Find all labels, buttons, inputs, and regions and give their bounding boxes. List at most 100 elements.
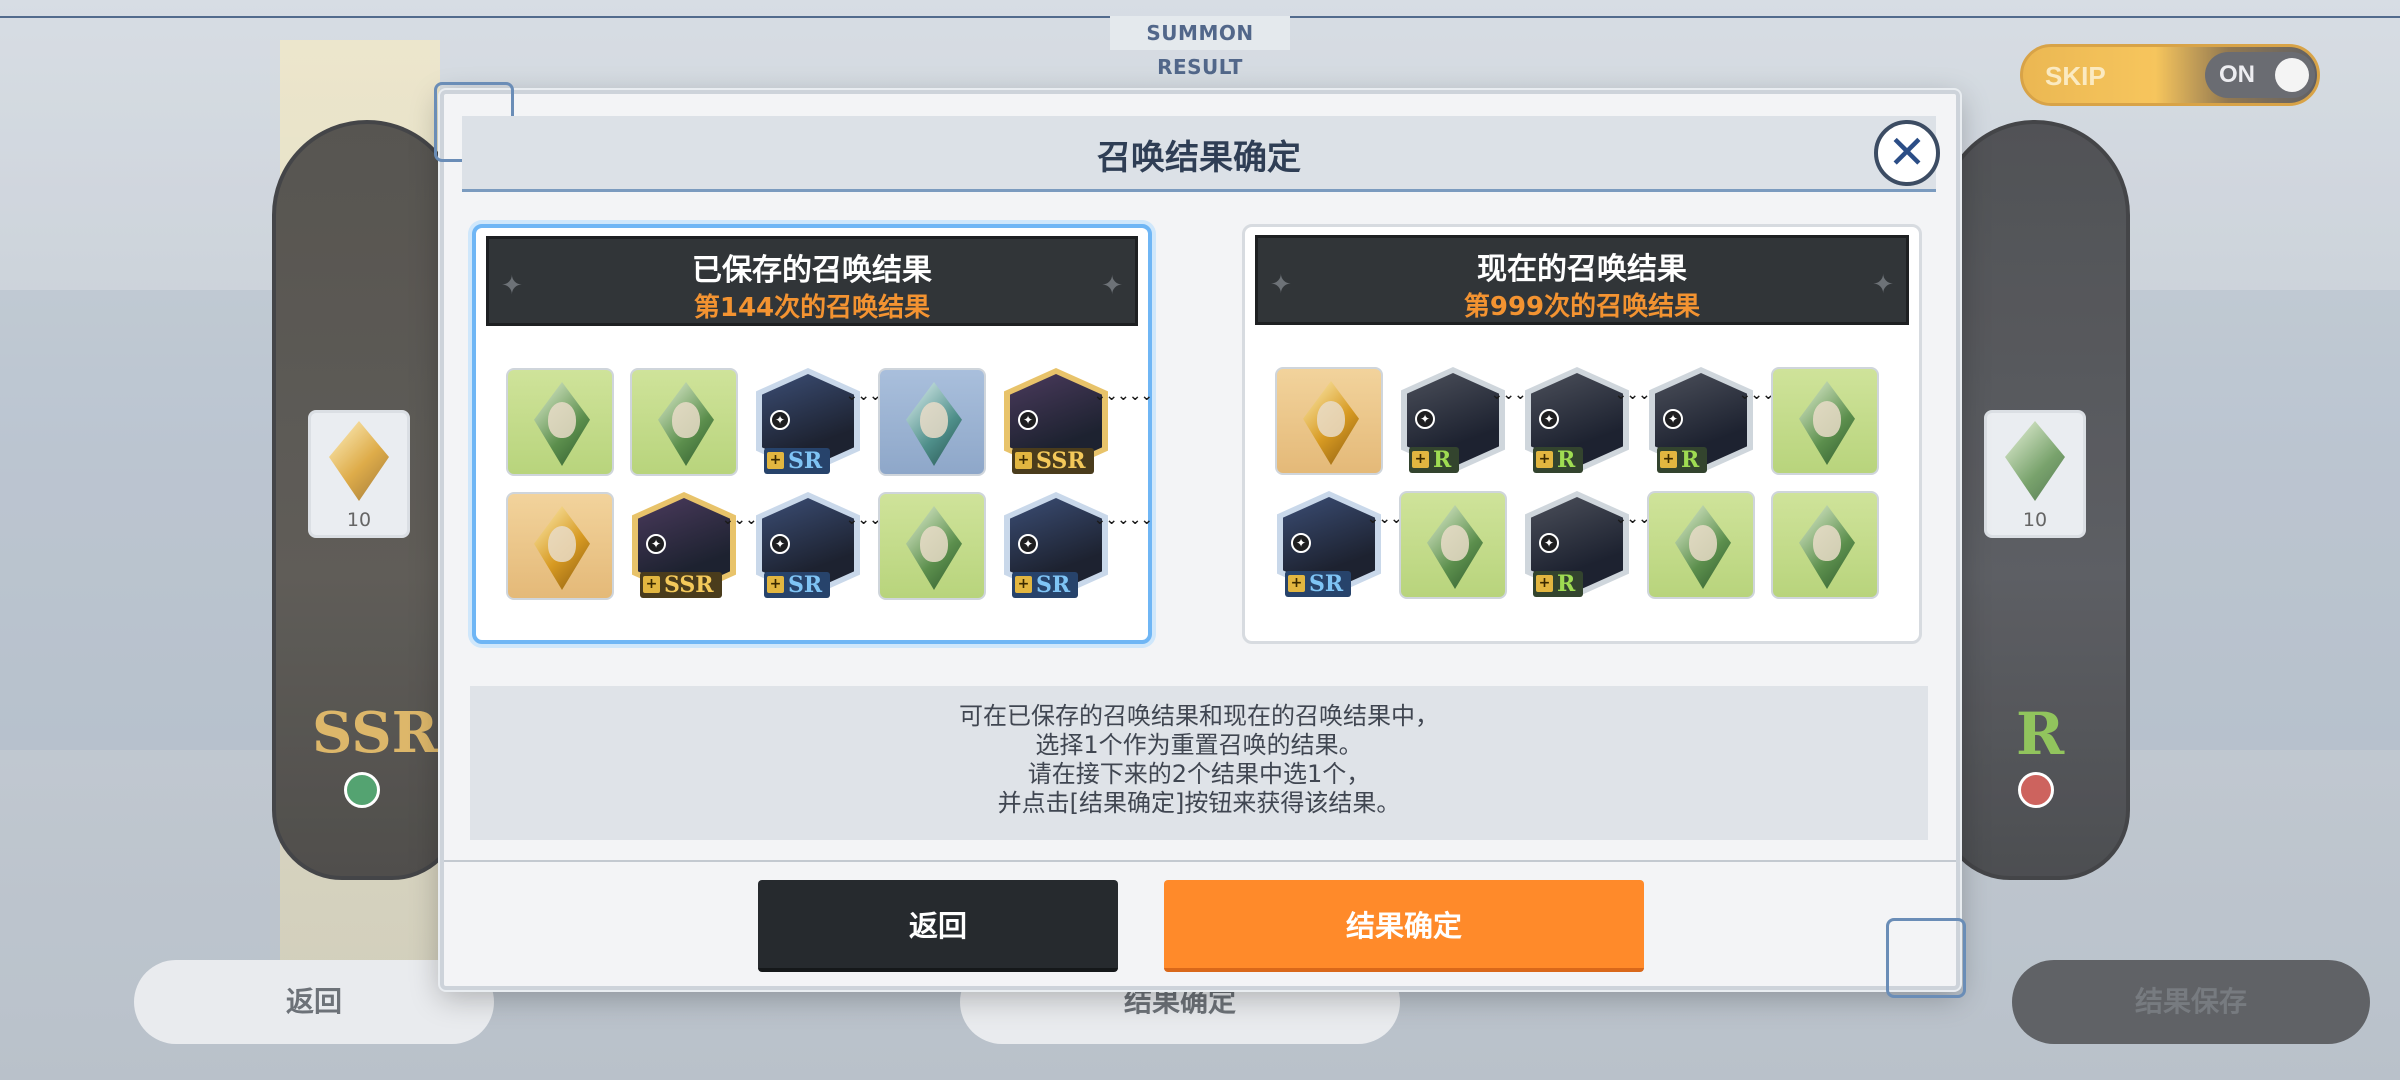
rarity-plate: + SR (1285, 571, 1352, 597)
divider (444, 860, 1956, 862)
plus-icon: + (1412, 451, 1429, 468)
confirm-result-button[interactable]: 结果确定 (1164, 880, 1644, 972)
rarity-label: SR (788, 572, 823, 598)
character-face-icon (920, 402, 948, 438)
info-line: 请在接下来的2个结果中选1个， (1027, 760, 1371, 788)
back-button[interactable]: 返回 (758, 880, 1118, 972)
crystal-tile (878, 492, 986, 600)
rarity-plate: + SR (764, 572, 831, 598)
panel-header: ✦ ✦ 已保存的召唤结果 第144次的召唤结果 (486, 236, 1138, 326)
panel-header: ✦ ✦ 现在的召唤结果 第999次的召唤结果 (1255, 235, 1909, 325)
panel-subtitle: 第999次的召唤结果 (1463, 292, 1701, 322)
rarity-plate: + R (1657, 447, 1708, 473)
attribute-icon: ✦ (1018, 534, 1038, 554)
character-card-item[interactable]: ⌄⌄⌄⌄⌄ ✦ + SR (1002, 492, 1153, 600)
level-chevron-icon: ⌄⌄⌄⌄⌄ (1094, 388, 1153, 404)
current-result-panel[interactable]: ✦ ✦ 现在的召唤结果 第999次的召唤结果 ⌄⌄⌄⌄⌄ ✦ + R ⌄⌄⌄⌄⌄ ✦ + R ⌄… (1242, 224, 1922, 644)
rarity-plate: + R (1533, 447, 1584, 473)
rarity-label: SR (1309, 571, 1344, 597)
close-button[interactable]: ✕ (1874, 120, 1940, 186)
rarity-label: R (1433, 447, 1452, 473)
plus-icon: + (643, 576, 660, 593)
rarity-label: SSR (664, 572, 714, 598)
crystal-item[interactable] (506, 368, 614, 476)
plus-icon: + (1536, 451, 1553, 468)
attribute-icon: ✦ (1018, 410, 1038, 430)
result-grid: ⌄⌄⌄⌄⌄ ✦ + SR ⌄⌄⌄⌄⌄ ✦ + SSR ⌄⌄⌄⌄⌄ ✦ + SSR ⌄⌄⌄⌄⌄ ✦ + SR ⌄⌄… (506, 368, 1153, 618)
info-box: 可在已保存的召唤结果和现在的召唤结果中， 选择1个作为重置召唤的结果。 请在接下… (470, 686, 1928, 840)
crystal-tile (1275, 367, 1383, 475)
saved-result-panel[interactable]: ✦ ✦ 已保存的召唤结果 第144次的召唤结果 ⌄⌄⌄⌄⌄ ✦ + SR ⌄⌄⌄⌄⌄ ✦ +… (472, 224, 1153, 644)
confirm-modal: 召唤结果确定 ✕ ✦ ✦ 已保存的召唤结果 第144次的召唤结果 ⌄⌄⌄⌄⌄ ✦ +… (434, 82, 1966, 998)
crystal-tile (1771, 367, 1879, 475)
level-chevron-icon: ⌄⌄⌄⌄⌄ (1739, 387, 1798, 403)
plus-icon: + (767, 576, 784, 593)
character-face-icon (920, 526, 948, 562)
crystal-tile (1399, 491, 1507, 599)
panel-title: 已保存的召唤结果 (692, 253, 932, 288)
character-card-item[interactable]: ⌄⌄⌄⌄⌄ ✦ + R (1523, 491, 1674, 599)
character-face-icon (1317, 401, 1345, 437)
crystal-item[interactable] (1275, 367, 1383, 475)
character-card-item[interactable]: ⌄⌄⌄⌄⌄ ✦ + R (1647, 367, 1798, 475)
crystal-tile (1647, 491, 1755, 599)
crystal-tile (630, 368, 738, 476)
panel-title: 现在的召唤结果 (1477, 252, 1687, 287)
character-face-icon (1813, 401, 1841, 437)
crystal-tile (878, 368, 986, 476)
level-chevron-icon: ⌄⌄⌄⌄⌄ (1491, 387, 1550, 403)
attribute-icon: ✦ (1539, 533, 1559, 553)
attribute-icon: ✦ (1415, 409, 1435, 429)
crystal-item[interactable] (506, 492, 614, 600)
attribute-icon: ✦ (770, 410, 790, 430)
crystal-item[interactable] (878, 368, 986, 476)
crystal-item[interactable] (630, 368, 738, 476)
crystal-item[interactable] (1399, 491, 1507, 599)
crystal-tile (506, 492, 614, 600)
info-line: 选择1个作为重置召唤的结果。 (1035, 731, 1363, 759)
level-chevron-icon: ⌄⌄⌄⌄⌄ (1615, 387, 1674, 403)
character-card-item[interactable]: ⌄⌄⌄⌄⌄ ✦ + R (1399, 367, 1550, 475)
character-face-icon (548, 526, 576, 562)
rarity-plate: + R (1533, 571, 1584, 597)
modal-title: 召唤结果确定 (1097, 138, 1301, 178)
modal-header: 召唤结果确定 (462, 116, 1936, 192)
character-card-item[interactable]: ⌄⌄⌄⌄⌄ ✦ + SSR (1002, 368, 1153, 476)
plus-icon: + (767, 452, 784, 469)
rarity-label: R (1557, 447, 1576, 473)
attribute-icon: ✦ (770, 534, 790, 554)
crystal-tile (506, 368, 614, 476)
rarity-plate: + SSR (1012, 448, 1094, 474)
attribute-icon: ✦ (1539, 409, 1559, 429)
result-grid: ⌄⌄⌄⌄⌄ ✦ + R ⌄⌄⌄⌄⌄ ✦ + R ⌄⌄⌄⌄⌄ ✦ + R ⌄⌄⌄⌄⌄ ✦ + SR ⌄⌄⌄⌄⌄ ✦ +… (1275, 367, 1895, 617)
plus-icon: + (1015, 576, 1032, 593)
character-card-item[interactable]: ⌄⌄⌄⌄⌄ ✦ + SR (754, 368, 905, 476)
plus-icon: + (1660, 451, 1677, 468)
crystal-item[interactable] (1771, 367, 1879, 475)
crystal-item[interactable] (1647, 491, 1755, 599)
character-card-item[interactable]: ⌄⌄⌄⌄⌄ ✦ + SR (754, 492, 905, 600)
corner-decoration (1886, 918, 1966, 998)
rarity-plate: + SR (764, 448, 831, 474)
attribute-icon: ✦ (1291, 533, 1311, 553)
character-face-icon (1813, 525, 1841, 561)
character-card-item[interactable]: ⌄⌄⌄⌄⌄ ✦ + SSR (630, 492, 781, 600)
plus-icon: + (1015, 452, 1032, 469)
character-card-item[interactable]: ⌄⌄⌄⌄⌄ ✦ + R (1523, 367, 1674, 475)
rarity-label: SR (788, 448, 823, 474)
level-chevron-icon: ⌄⌄⌄⌄⌄ (846, 512, 905, 528)
info-line: 并点击[结果确定]按钮来获得该结果。 (997, 789, 1401, 817)
character-face-icon (672, 402, 700, 438)
crystal-item[interactable] (1771, 491, 1879, 599)
info-line: 可在已保存的召唤结果和现在的召唤结果中， (959, 702, 1439, 730)
rarity-label: SSR (1036, 448, 1086, 474)
attribute-icon: ✦ (646, 534, 666, 554)
level-chevron-icon: ⌄⌄⌄⌄⌄ (1615, 511, 1674, 527)
attribute-icon: ✦ (1663, 409, 1683, 429)
crystal-item[interactable] (878, 492, 986, 600)
character-card-item[interactable]: ⌄⌄⌄⌄⌄ ✦ + SR (1275, 491, 1426, 599)
character-face-icon (548, 402, 576, 438)
rarity-label: R (1681, 447, 1700, 473)
rarity-plate: + SSR (640, 572, 722, 598)
level-chevron-icon: ⌄⌄⌄⌄⌄ (1094, 512, 1153, 528)
